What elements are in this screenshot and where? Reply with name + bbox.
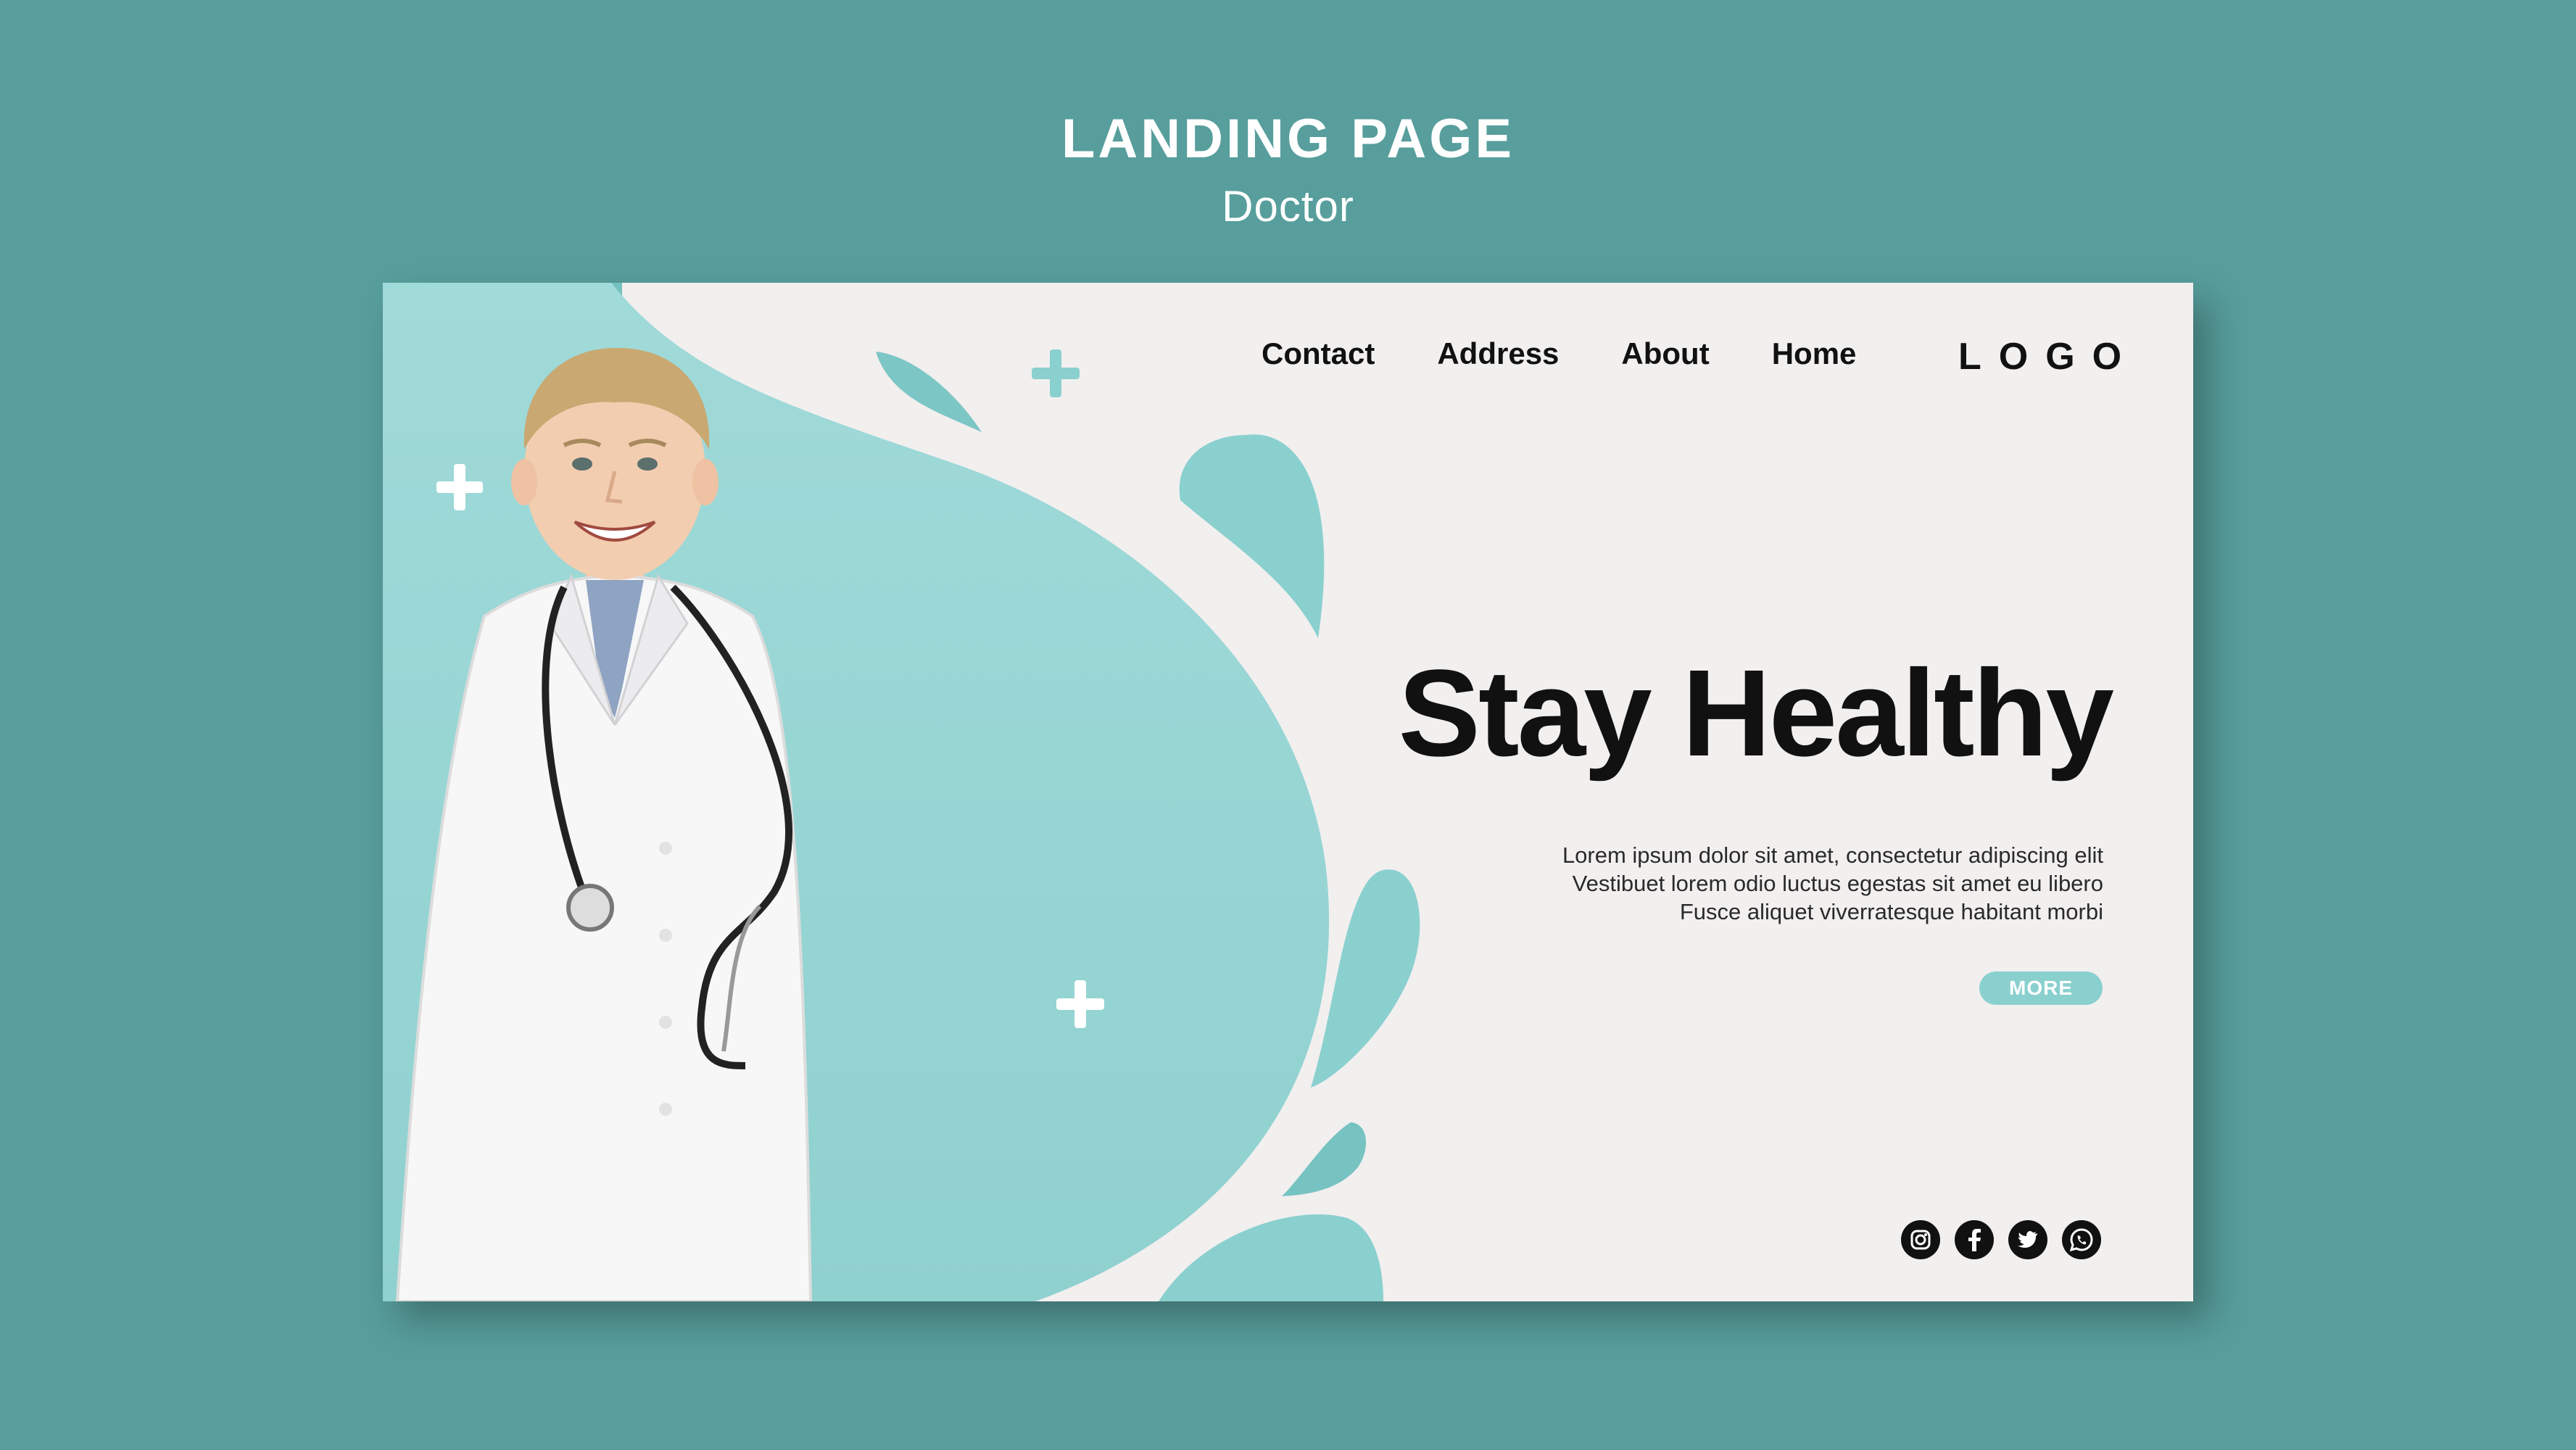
plus-icon	[1032, 349, 1080, 397]
twitter-icon[interactable]	[2008, 1219, 2048, 1260]
splash-drop	[876, 352, 982, 432]
nav-item-contact[interactable]: Contact	[1262, 332, 1375, 376]
facebook-icon[interactable]	[1954, 1219, 1995, 1260]
showcase-title: LANDING PAGE	[1061, 108, 1515, 170]
nav-item-about[interactable]: About	[1621, 332, 1709, 376]
nav-item-home[interactable]: Home	[1772, 332, 1857, 376]
splash-drop	[1282, 1122, 1367, 1196]
splash-drop	[1179, 434, 1325, 638]
nav-item-address[interactable]: Address	[1437, 332, 1559, 376]
more-button[interactable]: MORE	[1979, 972, 2103, 1005]
hero-description-line: Vestibuet lorem odio luctus egestas sit …	[1572, 871, 2103, 896]
splash-drop	[1159, 1214, 1383, 1301]
hero-title: Stay Healthy	[1398, 645, 2114, 782]
hero-description: Lorem ipsum dolor sit amet, consectetur …	[1562, 841, 2103, 926]
social-links	[1900, 1219, 2115, 1260]
instagram-icon[interactable]	[1900, 1219, 1941, 1260]
main-nav: Contact Address About Home	[1262, 332, 1918, 376]
showcase-subtitle: Doctor	[1222, 182, 1354, 231]
logo[interactable]: LOGO	[1958, 335, 2139, 378]
whatsapp-icon[interactable]	[2061, 1219, 2102, 1260]
background-decoration	[383, 283, 1420, 1301]
hero-description-line: Lorem ipsum dolor sit amet, consectetur …	[1562, 842, 2103, 868]
hero-description-line: Fusce aliquet viverratesque habitant mor…	[1679, 899, 2103, 924]
landing-page-mockup: Contact Address About Home LOGO Stay Hea…	[383, 283, 2193, 1301]
